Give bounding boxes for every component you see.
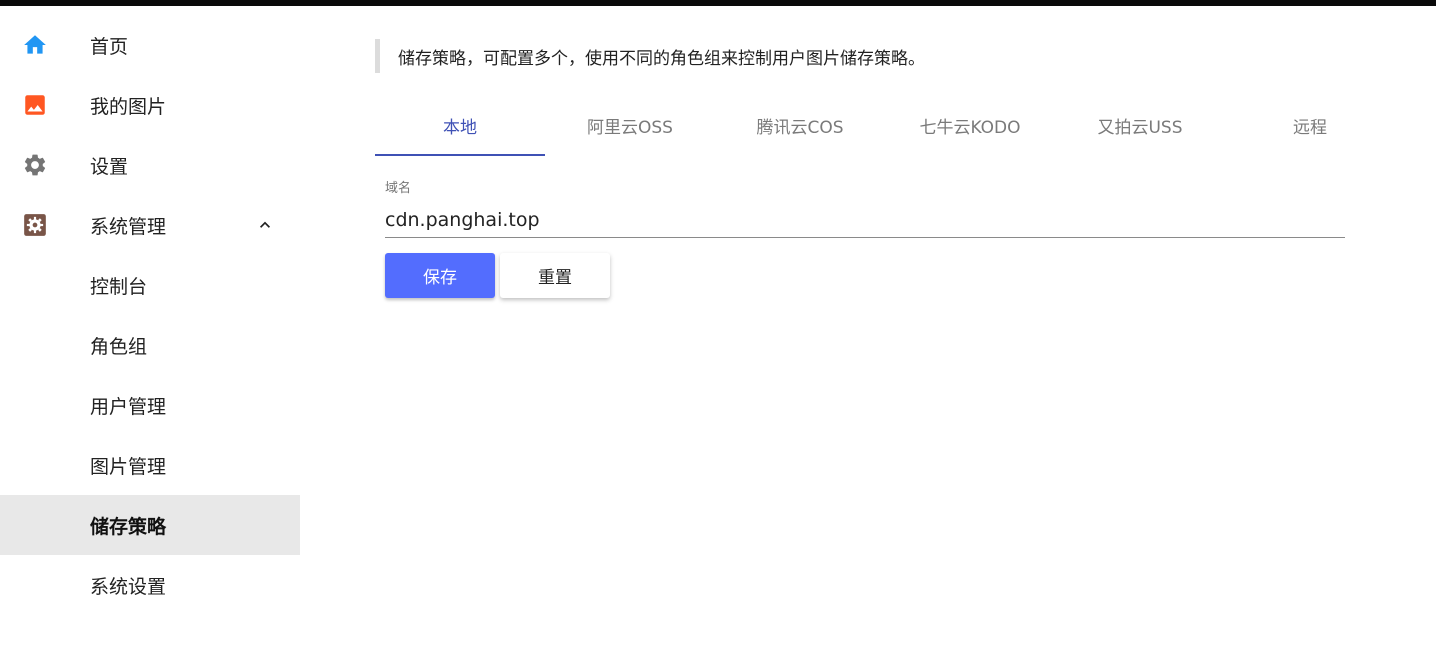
sidebar-item-storage-strategy[interactable]: 储存策略 [0,495,300,555]
sidebar-item-label: 控制台 [90,275,148,298]
main-content: 储存策略，可配置多个，使用不同的角色组来控制用户图片储存策略。 本地 阿里云OS… [375,39,1345,298]
image-icon [22,92,48,118]
sidebar-item-user-management[interactable]: 用户管理 [0,375,300,435]
reset-button[interactable]: 重置 [500,253,610,298]
gear-icon [22,152,48,178]
top-bar [0,0,1436,6]
sidebar-item-label: 系统设置 [90,575,167,598]
sidebar-item-label: 用户管理 [90,395,167,418]
sidebar-item-home[interactable]: 首页 [0,15,300,75]
sidebar-item-system-admin[interactable]: 系统管理 [0,195,300,255]
sidebar-item-image-management[interactable]: 图片管理 [0,435,300,495]
tab-upyun-uss[interactable]: 又拍云USS [1055,94,1225,156]
domain-field-label: 域名 [385,181,412,196]
notice-text: 储存策略，可配置多个，使用不同的角色组来控制用户图片储存策略。 [375,39,1345,73]
sidebar-item-settings[interactable]: 设置 [0,135,300,195]
sidebar-item-system-settings[interactable]: 系统设置 [0,555,300,615]
tab-aliyun-oss[interactable]: 阿里云OSS [545,94,715,156]
tab-qiniu-kodo[interactable]: 七牛云KODO [885,94,1055,156]
sidebar-item-label: 设置 [90,155,129,178]
sidebar-item-label: 角色组 [90,335,148,358]
sidebar-item-console[interactable]: 控制台 [0,255,300,315]
sidebar-item-label: 我的图片 [90,95,167,118]
save-button[interactable]: 保存 [385,253,495,298]
sidebar-item-label: 首页 [90,35,129,58]
domain-field: 域名 [385,177,1345,238]
sidebar-item-label: 储存策略 [90,515,167,538]
tab-remote[interactable]: 远程 [1225,94,1395,156]
chevron-up-icon[interactable] [255,215,275,235]
admin-gear-icon [22,212,48,238]
sidebar-item-label: 图片管理 [90,455,167,478]
sidebar-item-my-images[interactable]: 我的图片 [0,75,300,135]
form-actions: 保存 重置 [385,253,610,298]
sidebar: 首页 我的图片 设置 系统管理 控制台 角色组 用户管理 图片管理 储存策略 系… [0,15,300,615]
sidebar-item-role-groups[interactable]: 角色组 [0,315,300,375]
tab-tencent-cos[interactable]: 腾讯云COS [715,94,885,156]
storage-tabs: 本地 阿里云OSS 腾讯云COS 七牛云KODO 又拍云USS 远程 [375,94,1395,156]
domain-input[interactable] [385,202,1345,238]
sidebar-item-label: 系统管理 [90,215,167,238]
tab-local[interactable]: 本地 [375,94,545,156]
home-icon [22,32,48,58]
